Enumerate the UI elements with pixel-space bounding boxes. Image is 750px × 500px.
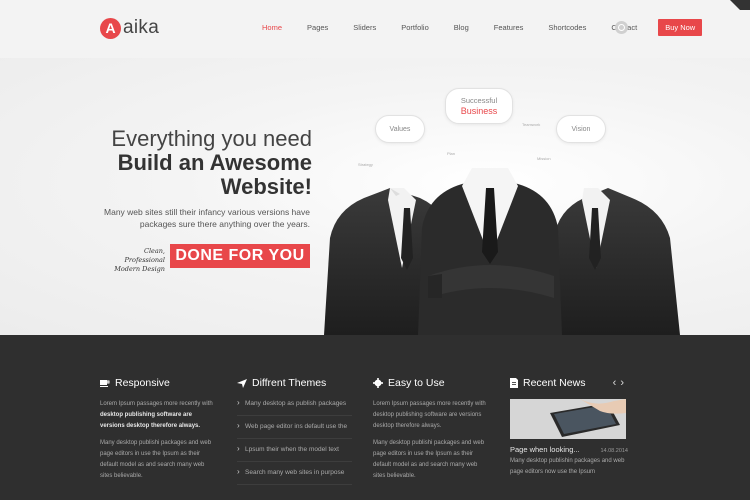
paper-plane-icon: [237, 378, 247, 388]
suit-right: [550, 188, 680, 335]
responsive-text-1: Lorem Ipsum passages more recently with …: [100, 401, 213, 429]
business-suits-illustration: [324, 168, 680, 335]
hero-section: Everything you need Build an Awesome Web…: [0, 58, 750, 335]
news-post-title[interactable]: Page when looking...: [510, 445, 580, 454]
nav-sliders[interactable]: Sliders: [353, 19, 376, 36]
main-nav: Home Pages Sliders Portfolio Blog Featur…: [262, 19, 703, 36]
bubble-values: Values: [375, 115, 425, 143]
buy-now-button[interactable]: Buy Now: [658, 19, 703, 36]
nav-shortcodes[interactable]: Shortcodes: [548, 19, 586, 36]
logo[interactable]: A aika: [100, 17, 159, 39]
responsive-text-2: Many desktop publishi packages and web p…: [100, 440, 212, 479]
list-item[interactable]: Many desktop as publish packages: [237, 398, 352, 416]
tag-teamwork: Teamwork: [522, 122, 541, 127]
suit-middle: [418, 168, 562, 335]
col-news: Recent News ‹› Page when looking... 14.0…: [510, 377, 628, 478]
corner-ribbon[interactable]: [730, 0, 750, 10]
site-header: A aika Home Pages Sliders Portfolio Blog…: [0, 0, 750, 58]
responsive-title: Responsive: [115, 377, 170, 389]
hero-heading-line2: Build an Awesome: [117, 150, 312, 175]
easy-text-2: Many desktop publishi packages and web p…: [373, 440, 485, 479]
col-responsive: Responsive Lorem Ipsum passages more rec…: [100, 377, 215, 482]
chevron-right-icon[interactable]: ›: [620, 377, 628, 389]
search-icon[interactable]: [615, 21, 628, 34]
news-title: Recent News: [523, 377, 586, 389]
news-post-date: 14.08.2014: [600, 448, 628, 454]
tablet-hand-image: [510, 399, 626, 439]
themes-list: Many desktop as publish packages Web pag…: [237, 398, 352, 485]
bubble-vision: Vision: [556, 115, 606, 143]
hero-tagline: Clean, Professional Modern Design: [114, 247, 165, 273]
document-icon: [510, 378, 518, 388]
done-for-you-button[interactable]: DONE FOR YOU: [170, 244, 310, 268]
list-item[interactable]: Web page editor ins default use the: [237, 416, 352, 439]
nav-pages[interactable]: Pages: [307, 19, 328, 36]
col-themes: Diffrent Themes Many desktop as publish …: [237, 377, 352, 485]
news-post-excerpt: Many desktop publishin packages and web …: [510, 458, 625, 475]
hero-heading-line3: Website!: [220, 174, 312, 199]
nav-features[interactable]: Features: [494, 19, 524, 36]
news-nav: ‹›: [613, 377, 628, 389]
bubble-business-label: Business: [460, 106, 498, 116]
logo-mark: A: [100, 17, 121, 39]
hero-heading-line1: Everything you need: [111, 126, 312, 151]
nav-blog[interactable]: Blog: [454, 19, 469, 36]
bubble-successful-label: Successful: [460, 96, 498, 105]
themes-title: Diffrent Themes: [252, 377, 327, 389]
gear-icon: [373, 378, 383, 388]
tag-plan: Plan: [447, 151, 456, 156]
col-easy: Easy to Use Lorem Ipsum passages more re…: [373, 377, 488, 482]
coffee-cup-icon: [100, 379, 110, 387]
nav-portfolio[interactable]: Portfolio: [401, 19, 429, 36]
logo-text: aika: [123, 17, 160, 38]
news-thumbnail[interactable]: [510, 399, 626, 439]
features-footer: Responsive Lorem Ipsum passages more rec…: [0, 335, 750, 500]
bubble-successful-business: Successful Business: [445, 88, 513, 124]
list-item[interactable]: Search many web sites in purpose: [237, 462, 352, 485]
hero-description: Many web sites still their infancy vario…: [104, 207, 310, 229]
easy-text-1: Lorem Ipsum passages more recently with …: [373, 401, 486, 429]
easy-title: Easy to Use: [388, 377, 445, 389]
nav-home[interactable]: Home: [262, 19, 282, 36]
list-item[interactable]: Lpsum their when the model text: [237, 439, 352, 462]
